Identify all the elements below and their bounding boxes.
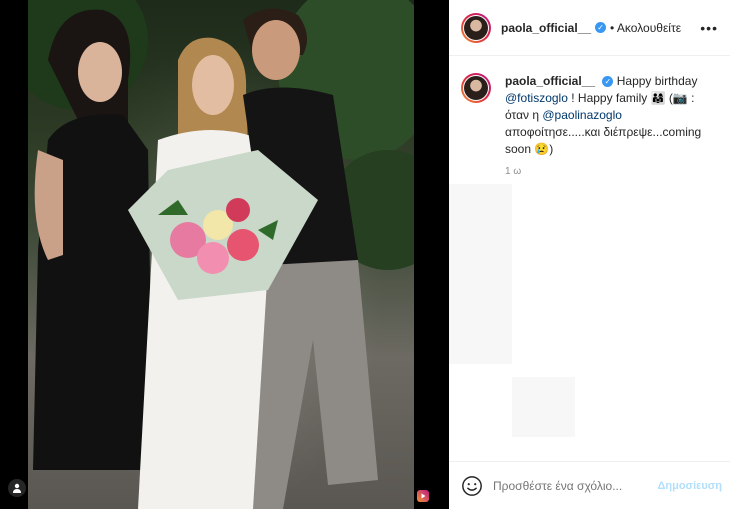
post-photo[interactable] [28, 0, 414, 509]
comments-section: paola_official__ ✓ Happy birthday @fotis… [449, 57, 730, 462]
comment-input[interactable] [491, 477, 658, 494]
avatar[interactable] [461, 73, 491, 103]
caption-text-4: αποφοίτησε.....και διέπρεψε...coming soo… [505, 125, 702, 156]
caption-text-2: ! Happy family 👨‍👩‍👧 (📷 : [571, 91, 695, 105]
more-options-icon[interactable]: ••• [700, 20, 718, 36]
mention-link[interactable]: @fotiszoglo [505, 91, 568, 105]
loading-placeholder [512, 377, 575, 437]
verified-badge-icon: ✓ [595, 22, 607, 33]
smiley-icon[interactable] [461, 475, 483, 497]
mention-link[interactable]: @paolinazoglo [542, 108, 622, 122]
caption-row: paola_official__ ✓ Happy birthday @fotis… [449, 57, 730, 158]
person-icon [13, 483, 21, 493]
avatar-ring [463, 14, 489, 41]
avatar-image [464, 15, 488, 40]
post-header: paola_official__ ✓ • Ακολουθείτε ••• [449, 0, 730, 56]
caption-text-1: Happy birthday [616, 74, 698, 88]
post-media-panel [0, 0, 449, 509]
tagged-users-icon[interactable] [8, 479, 26, 497]
avatar-ring [463, 75, 489, 101]
follow-status[interactable]: • Ακολουθείτε [610, 21, 681, 35]
caption-text: paola_official__ ✓ Happy birthday @fotis… [505, 73, 710, 158]
verified-badge-icon: ✓ [602, 76, 614, 88]
post-comment-button[interactable]: Δημοσίευση [657, 480, 722, 492]
loading-placeholder [449, 184, 512, 364]
post-timestamp[interactable]: 1 ω [505, 166, 730, 177]
post-sidebar: paola_official__ ✓ • Ακολουθείτε ••• pao… [449, 0, 730, 509]
add-comment-bar: Δημοσίευση [449, 461, 730, 509]
avatar[interactable] [461, 12, 491, 43]
avatar-image [464, 76, 488, 100]
reel-icon [417, 490, 429, 502]
caption-username[interactable]: paola_official__ [505, 74, 595, 88]
photo-person-left [33, 8, 378, 509]
caption-text-3: όταν η [505, 108, 540, 122]
post-username[interactable]: paola_official__ [501, 21, 591, 35]
